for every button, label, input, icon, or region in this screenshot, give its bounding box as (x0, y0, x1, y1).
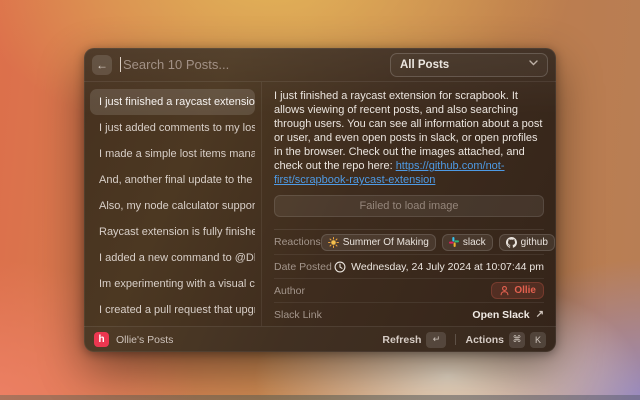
list-item[interactable]: I made a simple lost items managem... (90, 141, 255, 167)
post-body-text: I just finished a raycast extension for … (274, 89, 544, 187)
reaction-tag-slack: slack (442, 234, 493, 251)
author-label: Author (274, 285, 305, 297)
date-posted-label: Date Posted (274, 261, 332, 273)
reaction-tag-label: Summer Of Making (343, 237, 429, 248)
author-row: Author Ollie (274, 278, 544, 302)
post-detail-panel: I just finished a raycast extension for … (262, 82, 556, 326)
slack-link-row: Slack Link Open Slack ↗ (274, 302, 544, 326)
author-name: Ollie (514, 285, 536, 296)
dropdown-selected-value: All Posts (400, 59, 449, 71)
list-item[interactable]: I just added comments to my lost ite... (90, 115, 255, 141)
reaction-tag-summer-of-making: Summer Of Making (321, 234, 436, 251)
slack-logo-icon (449, 237, 459, 247)
external-link-arrow-icon: ↗ (536, 309, 544, 320)
search-input[interactable] (123, 57, 390, 72)
open-slack-link[interactable]: Open Slack ↗ (472, 309, 544, 321)
filter-dropdown[interactable]: All Posts (390, 53, 548, 77)
posts-list: I just finished a raycast extension for.… (84, 82, 262, 326)
footer-separator (455, 334, 456, 345)
back-arrow-icon: ← (96, 58, 108, 72)
list-item[interactable]: Im experimenting with a visual calcul... (90, 271, 255, 297)
hackclub-h-logo-icon: h (94, 332, 109, 347)
list-item[interactable]: I added a new command to @Dhyan... (90, 245, 255, 271)
image-error-text: Failed to load image (359, 200, 458, 212)
search-header: ← All Posts (84, 48, 556, 82)
image-load-error-box: Failed to load image (274, 195, 544, 217)
window-body: I just finished a raycast extension for.… (84, 82, 556, 326)
author-tag: Ollie (491, 282, 544, 299)
github-logo-icon (506, 237, 517, 248)
return-key-icon: ↵ (426, 332, 446, 348)
k-key-icon: K (530, 332, 546, 348)
clock-icon (334, 261, 346, 273)
raycast-window: ← All Posts I just finished a raycast ex… (84, 48, 556, 352)
reaction-tags: Summer Of Making slack (321, 234, 555, 251)
reaction-tag-label: slack (463, 237, 486, 248)
action-bar: h Ollie's Posts Refresh ↵ Actions ⌘ K (84, 326, 556, 352)
screen-bottom-edge (0, 395, 640, 400)
actions-button[interactable]: Actions ⌘ K (465, 332, 546, 348)
reaction-tag-github: github (499, 234, 555, 251)
date-posted-row: Date Posted Wednesday, 24 July 2024 at 1… (274, 254, 544, 278)
actions-label: Actions (465, 334, 504, 346)
chevron-down-icon (529, 60, 538, 66)
command-key-icon: ⌘ (509, 332, 525, 348)
refresh-button[interactable]: Refresh ↵ (382, 332, 446, 348)
date-posted-value: Wednesday, 24 July 2024 at 10:07:44 pm (351, 261, 544, 273)
list-item[interactable]: Also, my node calculator supports a... (90, 193, 255, 219)
text-caret (120, 57, 121, 72)
back-button[interactable]: ← (92, 55, 112, 75)
sun-emoji-icon (328, 237, 339, 248)
reaction-tag-label: github (521, 237, 548, 248)
logo-letter: h (98, 334, 104, 345)
app-name: Ollie's Posts (116, 334, 173, 346)
slack-link-label: Slack Link (274, 309, 322, 321)
list-item[interactable]: I just finished a raycast extension for.… (90, 89, 255, 115)
date-posted-value-group: Wednesday, 24 July 2024 at 10:07:44 pm (334, 261, 544, 273)
refresh-label: Refresh (382, 334, 421, 346)
reactions-label: Reactions (274, 236, 321, 248)
person-icon (499, 285, 510, 296)
list-item[interactable]: And, another final update to the exte... (90, 167, 255, 193)
list-item[interactable]: Raycast extension is fully finished! I j… (90, 219, 255, 245)
open-slack-text: Open Slack (472, 309, 529, 321)
footer-actions: Refresh ↵ Actions ⌘ K (382, 332, 546, 348)
reactions-row: Reactions (274, 230, 544, 254)
list-item[interactable]: I created a pull request that upgrade... (90, 297, 255, 323)
